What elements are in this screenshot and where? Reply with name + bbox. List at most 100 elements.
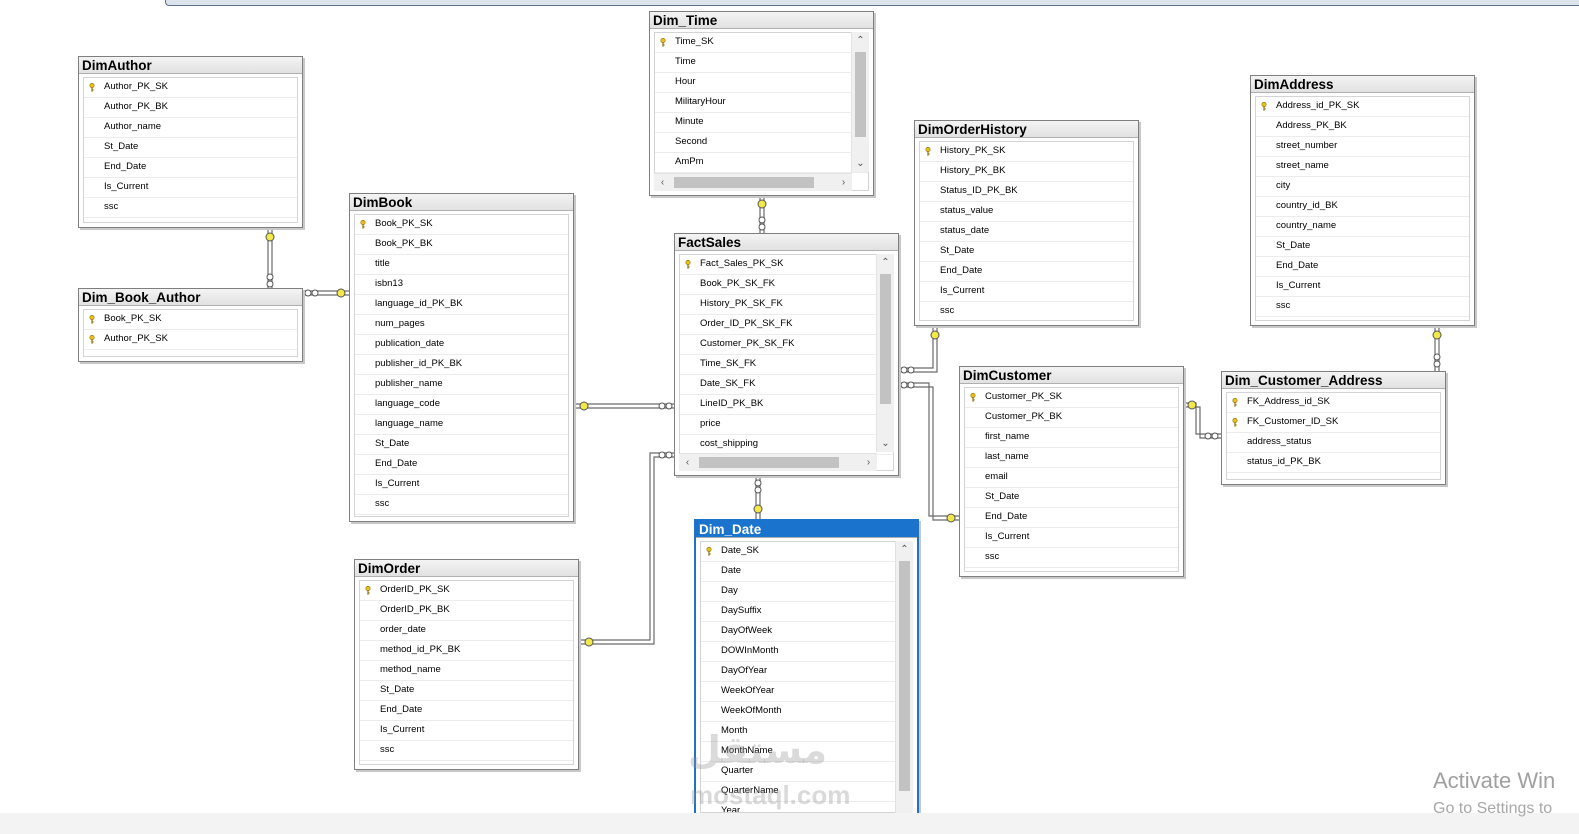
column-row[interactable]: language_name — [355, 415, 568, 435]
column-row[interactable]: title — [355, 255, 568, 275]
table-dim-order-history[interactable]: DimOrderHistory History_PK_SK History_PK_… — [914, 120, 1139, 326]
table-dim-time[interactable]: Dim_Time Time_SK Time Hour MilitaryHour Minu… — [649, 11, 874, 196]
column-row[interactable]: End_Date — [360, 701, 573, 721]
column-row[interactable]: ssc — [355, 495, 568, 515]
scroll-left-icon[interactable]: ‹ — [654, 174, 671, 191]
column-row[interactable]: St_Date — [920, 242, 1133, 262]
column-row[interactable]: History_PK_SK_FK — [680, 295, 893, 315]
scroll-right-icon[interactable]: › — [860, 454, 877, 471]
column-row[interactable]: Hour — [655, 73, 868, 93]
column-row[interactable]: Day — [701, 582, 912, 602]
scroll-down-icon[interactable]: ⌄ — [852, 155, 869, 172]
column-row[interactable]: FK_Customer_ID_SK — [1227, 413, 1440, 433]
column-row[interactable]: Is_Current — [84, 178, 297, 198]
column-row[interactable]: St_Date — [84, 138, 297, 158]
column-row[interactable]: publisher_name — [355, 375, 568, 395]
scroll-up-icon[interactable]: ⌃ — [877, 254, 894, 271]
column-row[interactable]: city — [1256, 177, 1469, 197]
column-row[interactable]: WeekOfMonth — [701, 702, 912, 722]
column-row[interactable]: Minute — [655, 113, 868, 133]
column-row[interactable]: End_Date — [920, 262, 1133, 282]
column-row[interactable]: ssc — [84, 198, 297, 218]
column-row[interactable]: Customer_PK_SK_FK — [680, 335, 893, 355]
column-row[interactable]: DayOfYear — [701, 662, 912, 682]
vertical-scrollbar[interactable]: ⌃ ⌄ — [876, 254, 894, 452]
vertical-scrollbar[interactable]: ⌃ — [895, 541, 913, 821]
column-row[interactable]: ssc — [920, 302, 1133, 320]
column-row[interactable]: Status_ID_PK_BK — [920, 182, 1133, 202]
column-row[interactable]: St_Date — [1256, 237, 1469, 257]
column-row[interactable]: OrderID_PK_BK — [360, 601, 573, 621]
column-row[interactable]: status_id_PK_BK — [1227, 453, 1440, 473]
column-row[interactable]: street_name — [1256, 157, 1469, 177]
table-dim-date[interactable]: Dim_Date Date_SK Date Day DaySuffix DayOfWee… — [694, 519, 919, 821]
column-row[interactable]: OrderID_PK_SK — [360, 581, 573, 601]
column-row[interactable]: Author_name — [84, 118, 297, 138]
scroll-thumb[interactable] — [880, 274, 891, 404]
column-row[interactable]: LineID_PK_BK — [680, 395, 893, 415]
column-row[interactable]: language_id_PK_BK — [355, 295, 568, 315]
column-row[interactable]: Book_PK_SK — [84, 310, 297, 330]
column-row[interactable]: Time — [655, 53, 868, 73]
h-scroll-thumb[interactable] — [699, 457, 839, 468]
column-row[interactable]: History_PK_SK — [920, 142, 1133, 162]
horizontal-scrollbar[interactable]: ‹ › — [654, 173, 852, 191]
column-row[interactable]: address_status — [1227, 433, 1440, 453]
column-row[interactable]: Book_PK_SK — [355, 215, 568, 235]
column-row[interactable]: FK_Address_id_SK — [1227, 393, 1440, 413]
column-row[interactable]: Is_Current — [1256, 277, 1469, 297]
column-row[interactable]: Is_Current — [355, 475, 568, 495]
column-row[interactable]: Is_Current — [965, 528, 1178, 548]
column-row[interactable]: Customer_PK_SK — [965, 388, 1178, 408]
column-row[interactable]: DaySuffix — [701, 602, 912, 622]
column-row[interactable]: Date — [701, 562, 912, 582]
scroll-left-icon[interactable]: ‹ — [679, 454, 696, 471]
table-dim-customer-address[interactable]: Dim_Customer_Address FK_Address_id_SK FK_… — [1221, 371, 1446, 485]
column-row[interactable]: MilitaryHour — [655, 93, 868, 113]
column-row[interactable]: street_number — [1256, 137, 1469, 157]
table-dim-address[interactable]: DimAddress Address_id_PK_SK Address_PK_BK… — [1250, 75, 1475, 326]
column-row[interactable]: Time_SK — [655, 33, 868, 53]
column-row[interactable]: publisher_id_PK_BK — [355, 355, 568, 375]
column-row[interactable]: Author_PK_SK — [84, 78, 297, 98]
column-row[interactable]: Fact_Sales_PK_SK — [680, 255, 893, 275]
scroll-down-icon[interactable]: ⌄ — [877, 435, 894, 452]
column-row[interactable]: status_value — [920, 202, 1133, 222]
column-row[interactable]: AmPm — [655, 153, 868, 173]
column-row[interactable]: price — [680, 415, 893, 435]
column-row[interactable]: St_Date — [355, 435, 568, 455]
table-dim-customer[interactable]: DimCustomer Customer_PK_SK Customer_PK_BK… — [959, 366, 1184, 577]
column-row[interactable]: Second — [655, 133, 868, 153]
h-scroll-thumb[interactable] — [674, 177, 814, 188]
column-row[interactable]: country_name — [1256, 217, 1469, 237]
column-row[interactable]: DayOfWeek — [701, 622, 912, 642]
column-row[interactable]: country_id_BK — [1256, 197, 1469, 217]
column-row[interactable]: method_name — [360, 661, 573, 681]
column-row[interactable]: End_Date — [355, 455, 568, 475]
column-row[interactable]: order_date — [360, 621, 573, 641]
table-dim-book[interactable]: DimBook Book_PK_SK Book_PK_BK title isbn13 l… — [349, 193, 574, 522]
column-row[interactable]: St_Date — [965, 488, 1178, 508]
column-row[interactable]: End_Date — [84, 158, 297, 178]
column-row[interactable]: email — [965, 468, 1178, 488]
column-row[interactable]: WeekOfYear — [701, 682, 912, 702]
column-row[interactable]: ssc — [1256, 297, 1469, 317]
column-row[interactable]: isbn13 — [355, 275, 568, 295]
column-row[interactable]: method_id_PK_BK — [360, 641, 573, 661]
column-row[interactable]: History_PK_BK — [920, 162, 1133, 182]
column-row[interactable]: Book_PK_SK_FK — [680, 275, 893, 295]
scroll-up-icon[interactable]: ⌃ — [896, 541, 913, 558]
scroll-thumb[interactable] — [899, 561, 910, 791]
column-row[interactable]: Author_PK_BK — [84, 98, 297, 118]
column-row[interactable]: Time_SK_FK — [680, 355, 893, 375]
column-row[interactable]: ssc — [965, 548, 1178, 568]
column-row[interactable]: status_date — [920, 222, 1133, 242]
scroll-right-icon[interactable]: › — [835, 174, 852, 191]
column-row[interactable]: End_Date — [1256, 257, 1469, 277]
scroll-thumb[interactable] — [855, 52, 866, 137]
table-dim-author[interactable]: DimAuthor Author_PK_SK Author_PK_BK Author… — [78, 56, 303, 228]
horizontal-scrollbar[interactable]: ‹ › — [679, 453, 877, 471]
column-row[interactable]: End_Date — [965, 508, 1178, 528]
table-dim-book-author[interactable]: Dim_Book_Author Book_PK_SK Author_PK_SK — [78, 288, 303, 362]
column-row[interactable]: ssc — [360, 741, 573, 761]
